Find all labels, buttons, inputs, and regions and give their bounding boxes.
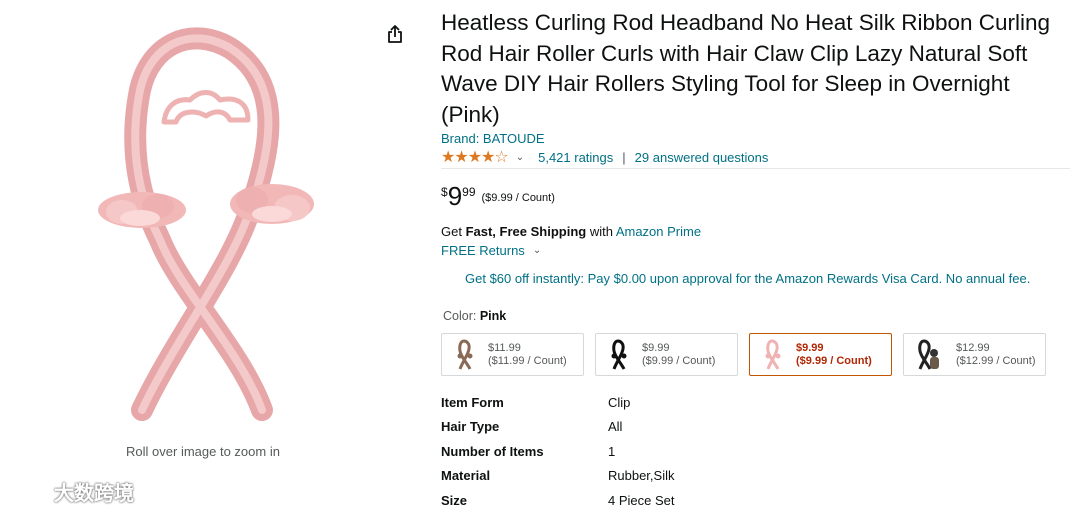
spec-value: 1 xyxy=(608,443,616,459)
color-swatch[interactable]: $12.99 ($12.99 / Count) xyxy=(903,333,1046,376)
claw-clip xyxy=(161,90,251,125)
chevron-down-icon[interactable]: ⌄ xyxy=(516,152,524,163)
star-rating[interactable]: ★ ★ ★ ★ ☆ ⌄ xyxy=(441,147,524,167)
swatch-price: $9.99 xyxy=(796,341,824,354)
shipping-bold: Fast, Free Shipping xyxy=(465,224,587,239)
color-swatch[interactable]: $9.99 ($9.99 / Count) xyxy=(595,333,738,376)
shipping-info: Get Fast, Free Shipping with Amazon Prim… xyxy=(441,224,701,239)
watermark-text: 大数跨境 xyxy=(54,483,134,505)
swatch-price: $9.99 xyxy=(642,341,670,354)
price-whole: 9 xyxy=(447,181,463,211)
spec-key: Hair Type xyxy=(441,419,500,435)
spec-row: Hair Type All xyxy=(441,415,675,440)
color-swatches: $11.99 ($11.99 / Count) $9.99 ($9.99 / Cou… xyxy=(441,333,1046,376)
spec-value: 4 Piece Set xyxy=(608,492,675,508)
image-gallery: Roll over image to zoom in 大数跨境 xyxy=(0,0,420,510)
swatch-unit-price: ($11.99 / Count) xyxy=(488,354,567,367)
free-returns[interactable]: FREE Returns ⌄ xyxy=(441,243,541,258)
shipping-middle: with xyxy=(586,224,616,239)
spec-row: Size 4 Piece Set xyxy=(441,488,675,513)
share-icon xyxy=(388,25,402,43)
swatch-unit-price: ($12.99 / Count) xyxy=(956,354,1036,367)
price-symbol: $ xyxy=(441,185,448,199)
spec-value: All xyxy=(608,419,623,435)
half-star-icon: ☆ xyxy=(494,149,508,166)
product-image[interactable] xyxy=(80,10,340,430)
watermark: 大数跨境 xyxy=(8,477,134,506)
promo-link[interactable]: Get $60 off instantly: Pay $0.00 upon ap… xyxy=(465,271,1030,286)
star-icon: ★ xyxy=(441,149,455,166)
color-selected-value: Pink xyxy=(479,309,507,323)
scrunchie-left xyxy=(98,192,186,228)
swatch-thumbnail-icon xyxy=(765,338,781,370)
ratings-count-link[interactable]: 5,421 ratings xyxy=(538,150,613,165)
spec-key: Item Form xyxy=(441,394,504,410)
scrunchie-right xyxy=(230,184,314,224)
free-returns-link[interactable]: FREE Returns xyxy=(441,243,525,258)
star-icon: ★ xyxy=(481,149,495,166)
spec-table: Item Form Clip Hair Type All Number of Ite… xyxy=(441,390,675,513)
brand-link[interactable]: Brand: BATOUDE xyxy=(441,131,545,146)
swatch-thumbnail-icon xyxy=(457,338,473,370)
spec-key: Number of Items xyxy=(441,443,544,459)
spec-row: Number of Items 1 xyxy=(441,439,675,464)
swatch-price: $12.99 xyxy=(956,341,990,354)
amazon-prime-link[interactable]: Amazon Prime xyxy=(616,224,701,239)
answered-questions-link[interactable]: 29 answered questions xyxy=(635,150,769,165)
product-title: Heatless Curling Rod Headband No Heat Si… xyxy=(441,10,1051,127)
separator: | xyxy=(622,149,626,165)
swatch-unit-price: ($9.99 / Count) xyxy=(642,354,716,367)
color-swatch-selected[interactable]: $9.99 ($9.99 / Count) xyxy=(749,333,892,376)
share-button[interactable] xyxy=(380,19,410,49)
divider xyxy=(441,168,1070,169)
zoom-hint: Roll over image to zoom in xyxy=(126,444,280,459)
star-icon: ★ xyxy=(467,149,482,166)
spec-value: Rubber,Silk xyxy=(608,468,675,484)
color-label-text: Color: xyxy=(443,309,477,323)
spec-row: Material Rubber,Silk xyxy=(441,464,675,489)
watermark-logo-icon xyxy=(8,481,47,501)
swatch-thumbnail-icon xyxy=(611,338,627,370)
price-fraction: 99 xyxy=(462,185,476,199)
swatch-price: $11.99 xyxy=(488,341,521,354)
swatch-unit-price: ($9.99 / Count) xyxy=(796,354,872,367)
chevron-down-icon[interactable]: ⌄ xyxy=(533,245,541,256)
swatch-thumbnail-icon xyxy=(918,338,939,370)
spec-row: Item Form Clip xyxy=(441,390,675,415)
spec-value: Clip xyxy=(608,394,631,410)
rating-row: ★ ★ ★ ★ ☆ ⌄ 5,421 ratings | 29 answered … xyxy=(441,148,768,166)
color-swatch[interactable]: $11.99 ($11.99 / Count) xyxy=(441,333,584,376)
unit-price: ($9.99 / Count) xyxy=(481,192,555,204)
price: $ 9 99 ($9.99 / Count) xyxy=(441,182,555,210)
spec-key: Size xyxy=(441,492,468,508)
star-icon: ★ xyxy=(454,149,468,166)
shipping-prefix: Get xyxy=(441,224,466,239)
color-label: Color: Pink xyxy=(443,309,506,323)
spec-key: Material xyxy=(441,468,491,484)
